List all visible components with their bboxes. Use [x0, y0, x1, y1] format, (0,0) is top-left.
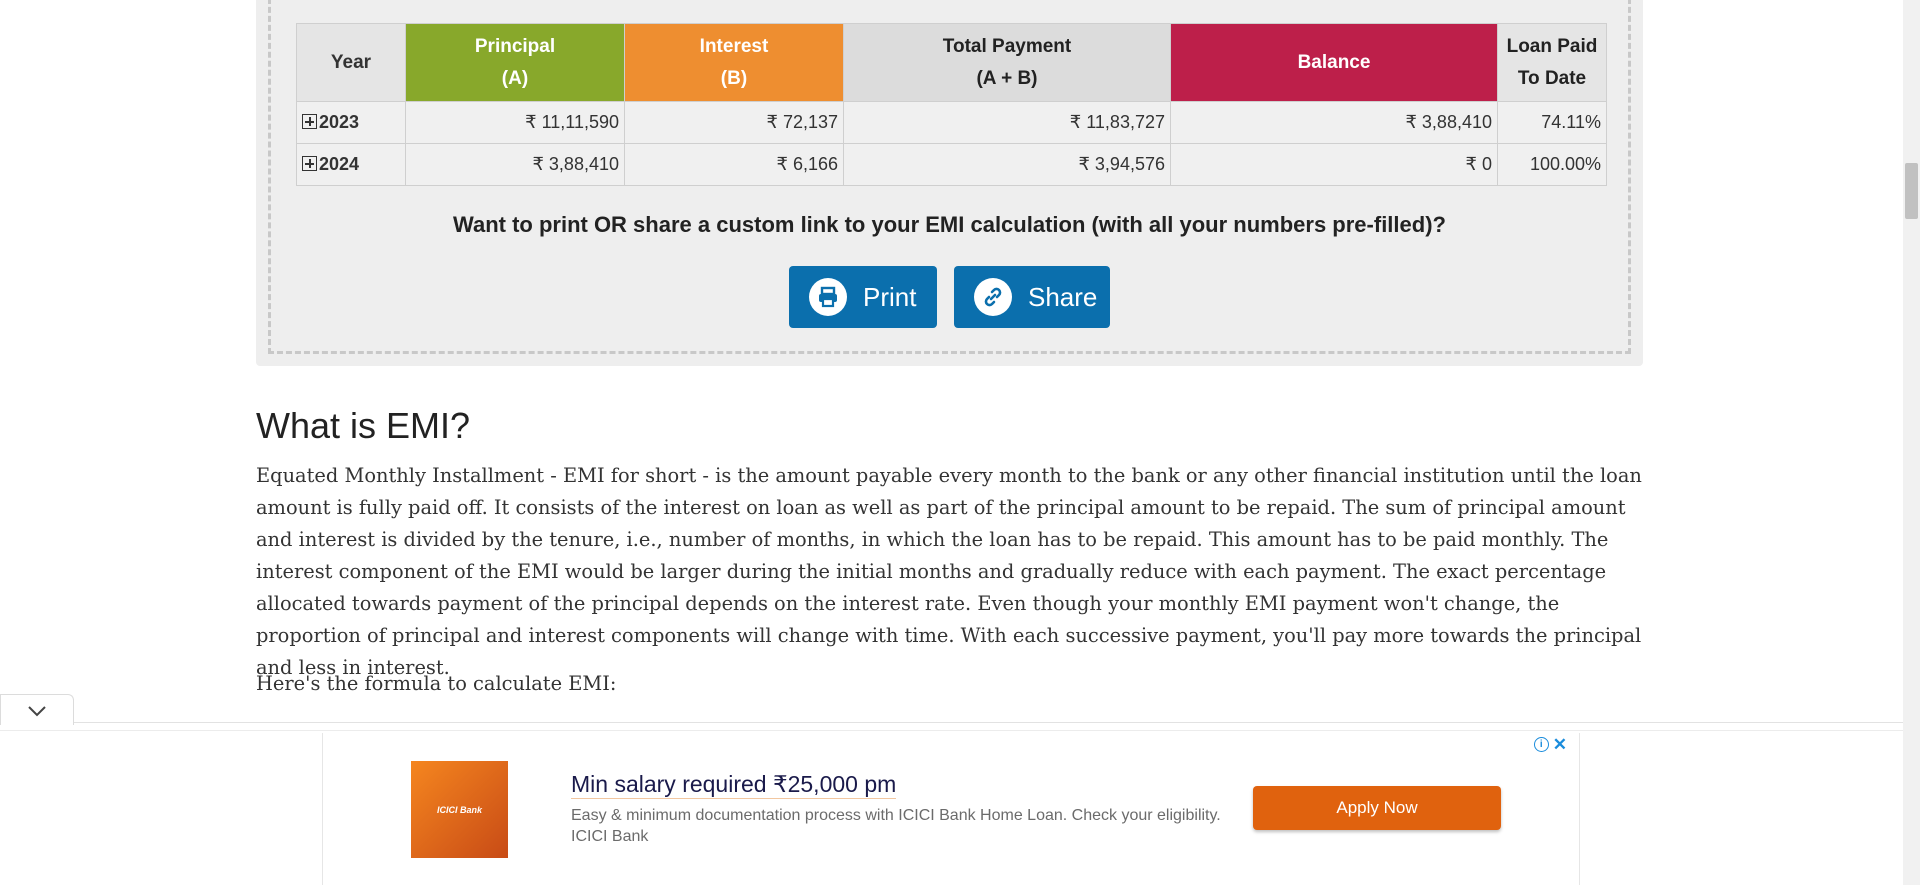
page: Year Principal (A) Interest (B) Total Paym…	[0, 0, 1920, 885]
section-heading: What is EMI?	[256, 405, 471, 446]
logo-text: ICICI Bank	[436, 804, 482, 815]
apply-now-button[interactable]: Apply Now	[1253, 786, 1501, 830]
balance-cell: ₹ 0	[1170, 143, 1498, 186]
formula-intro: Here's the formula to calculate EMI:	[256, 672, 617, 695]
ad-choices[interactable]: i ✕	[1533, 736, 1567, 753]
share-label: Share	[1028, 281, 1098, 312]
ad-banner[interactable]: ICICI Bank Min salary required ₹25,000 p…	[322, 733, 1580, 885]
balance-cell: ₹ 3,88,410	[1170, 101, 1498, 144]
header-balance: Balance	[1170, 23, 1498, 102]
payment-schedule-table: Year Principal (A) Interest (B) Total Paym…	[296, 23, 1607, 186]
bank-logo[interactable]: ICICI Bank	[411, 761, 508, 858]
loan-paid-cell: 74.11%	[1497, 101, 1607, 144]
printer-icon	[809, 278, 847, 316]
principal-cell: ₹ 11,11,590	[405, 101, 625, 144]
share-prompt: Want to print OR share a custom link to …	[453, 212, 1446, 237]
header-total-payment: Total Payment (A + B)	[843, 23, 1171, 102]
print-button[interactable]: Print	[789, 266, 937, 328]
ad-divider-inner	[0, 730, 1903, 731]
emi-description: Equated Monthly Installment - EMI for sh…	[256, 464, 1642, 679]
expand-plus-icon[interactable]	[302, 156, 317, 171]
interest-cell: ₹ 6,166	[624, 143, 844, 186]
header-year: Year	[296, 23, 406, 102]
total-payment-cell: ₹ 3,94,576	[843, 143, 1171, 186]
interest-cell: ₹ 72,137	[624, 101, 844, 144]
table-row: 2024 ₹ 3,88,410 ₹ 6,166 ₹ 3,94,576 ₹ 0 1…	[296, 143, 1607, 186]
table-header-row: Year Principal (A) Interest (B) Total Paym…	[296, 23, 1607, 102]
table-row: 2023 ₹ 11,11,590 ₹ 72,137 ₹ 11,83,727 ₹ …	[296, 101, 1607, 144]
year-toggle-2024[interactable]: 2024	[296, 143, 406, 186]
ad-divider	[0, 722, 1903, 723]
ad-collapse-tab[interactable]	[0, 694, 74, 725]
info-icon[interactable]: i	[1533, 737, 1549, 752]
print-label: Print	[863, 281, 917, 312]
expand-plus-icon[interactable]	[302, 114, 317, 129]
principal-cell: ₹ 3,88,410	[405, 143, 625, 186]
link-icon	[974, 278, 1012, 316]
header-loan-paid: Loan Paid To Date	[1497, 23, 1607, 102]
loan-paid-cell: 100.00%	[1497, 143, 1607, 186]
chevron-down-icon	[28, 706, 46, 717]
year-toggle-2023[interactable]: 2023	[296, 101, 406, 144]
total-payment-cell: ₹ 11,83,727	[843, 101, 1171, 144]
header-interest: Interest (B)	[624, 23, 844, 102]
ad-headline[interactable]: Min salary required ₹25,000 pm	[571, 771, 897, 799]
header-principal: Principal (A)	[405, 23, 625, 102]
close-icon[interactable]: ✕	[1553, 736, 1567, 753]
scrollbar-thumb[interactable]	[1905, 163, 1918, 219]
share-button[interactable]: Share	[954, 266, 1110, 328]
scrollbar[interactable]	[1903, 0, 1920, 885]
ad-description[interactable]: Easy & minimum documentation process wit…	[571, 805, 1221, 847]
